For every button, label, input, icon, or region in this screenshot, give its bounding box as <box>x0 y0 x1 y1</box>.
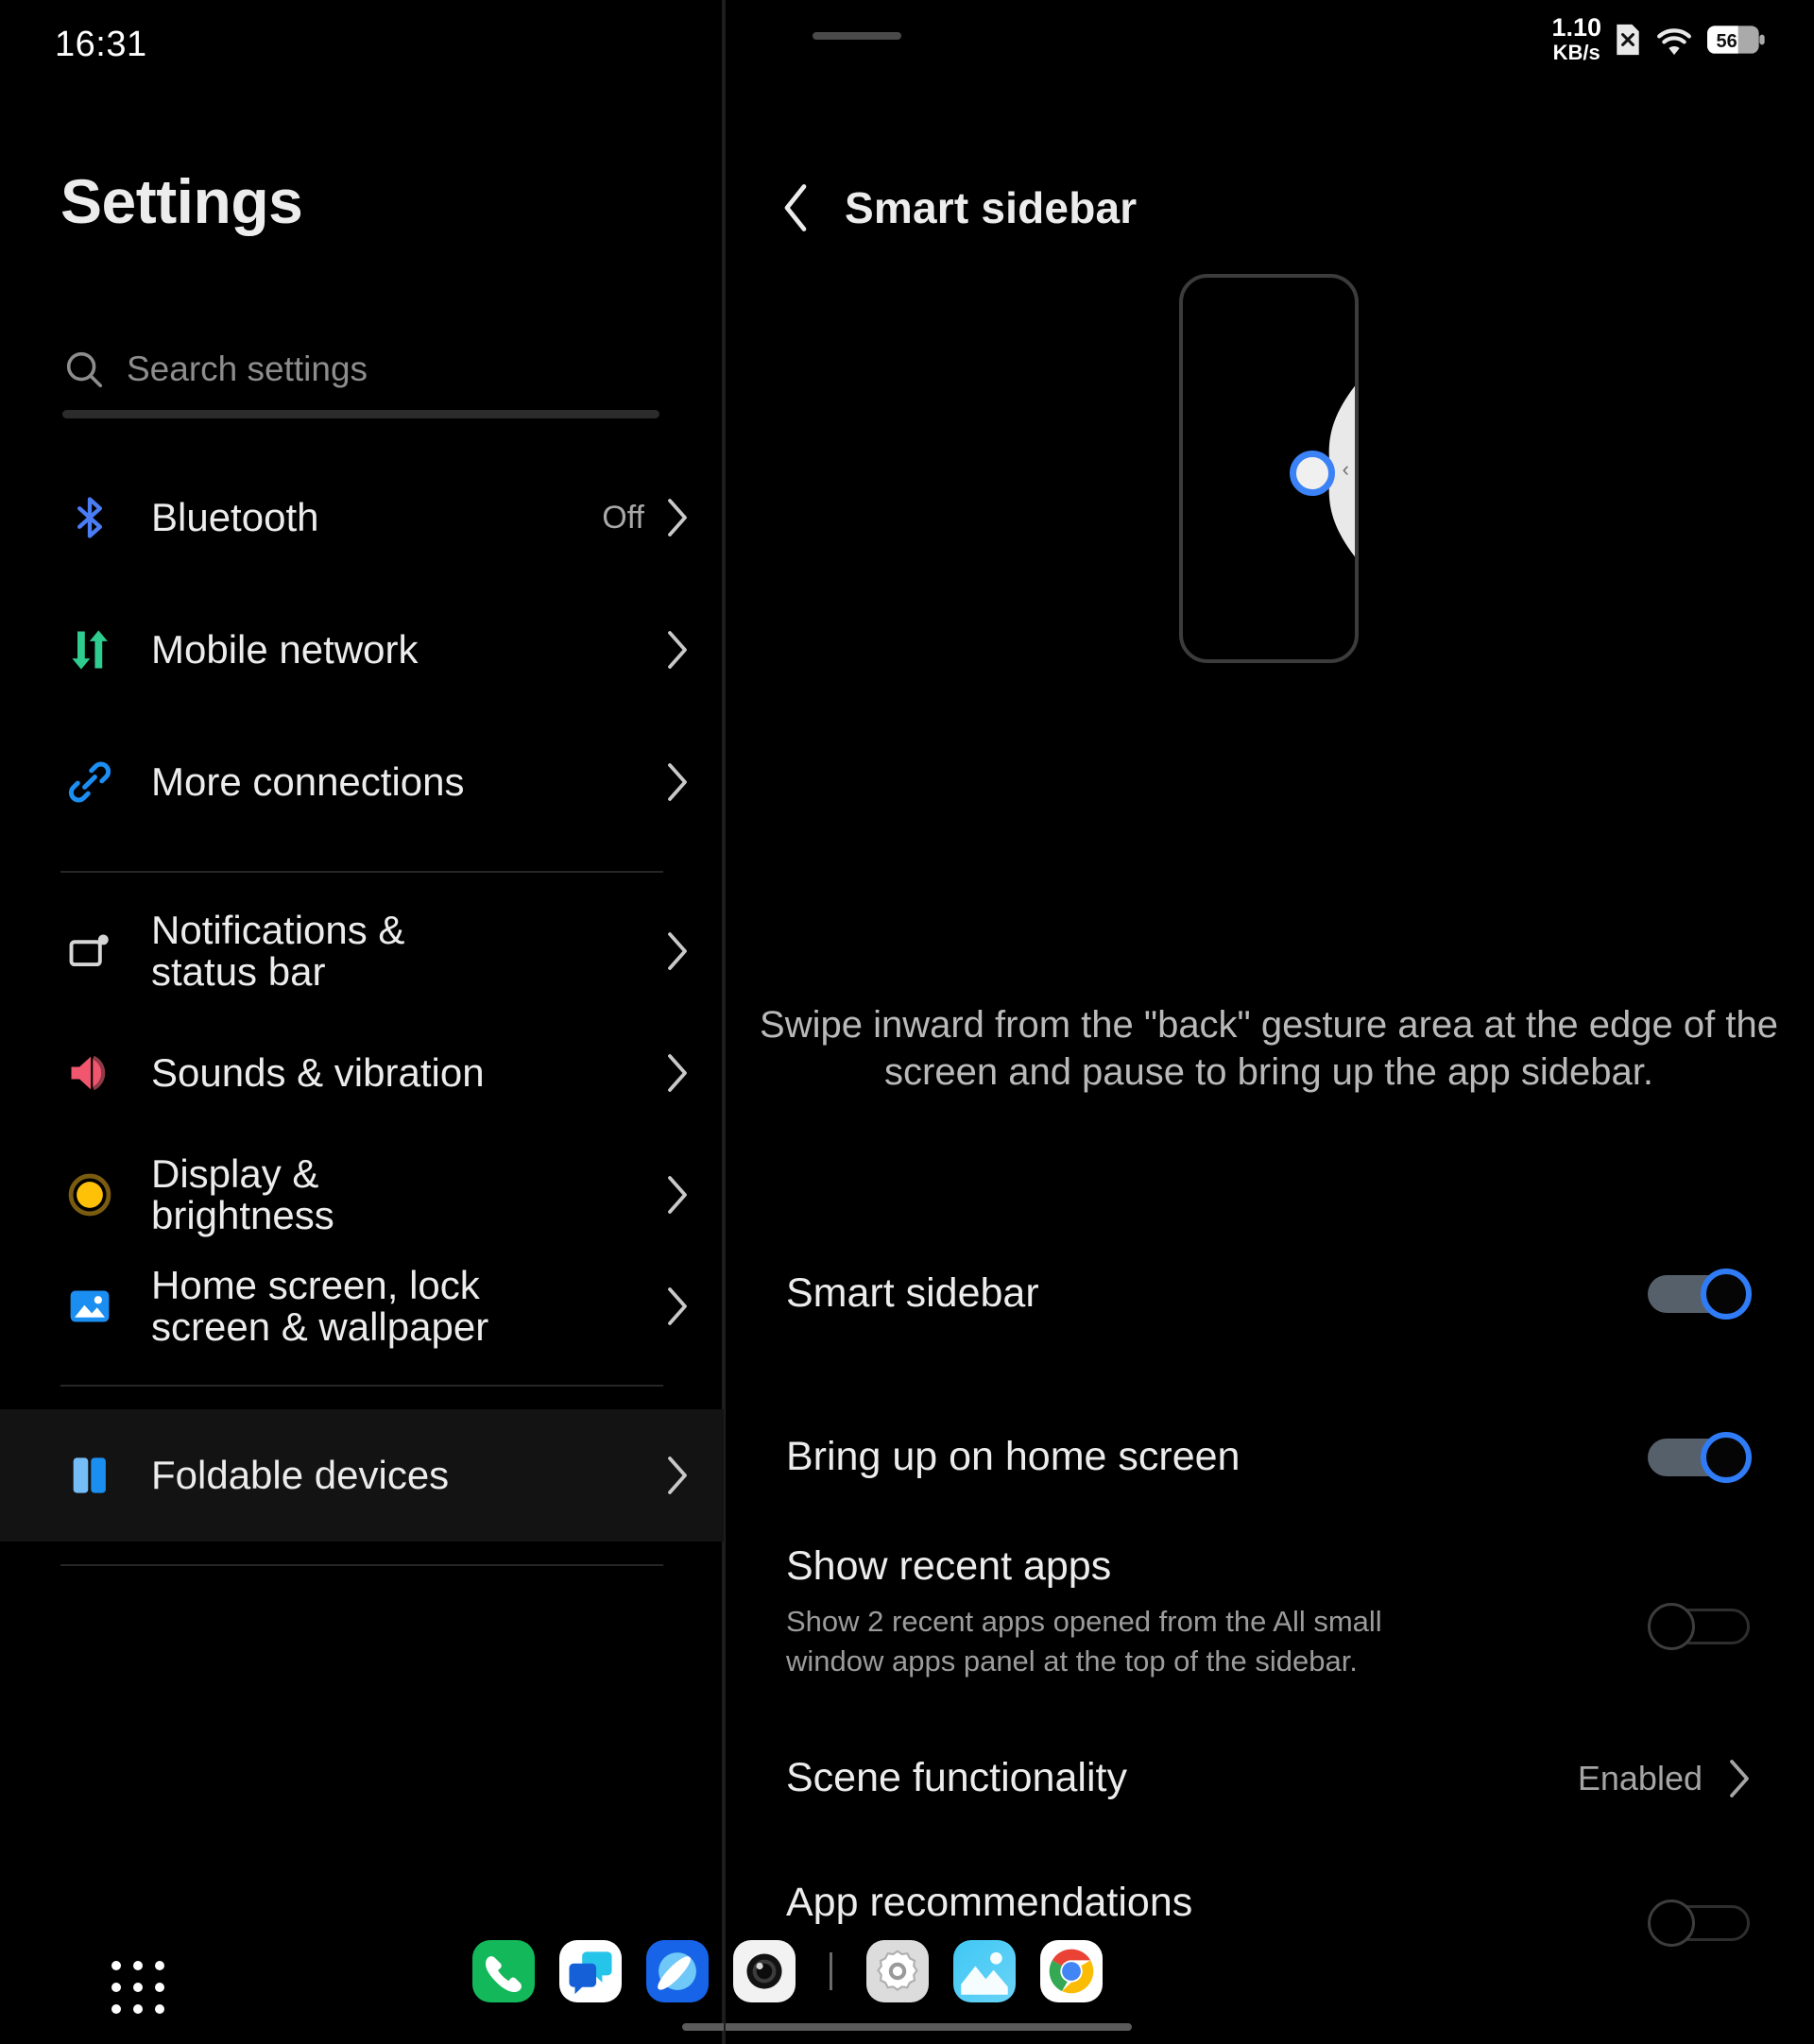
chevron-right-icon <box>665 761 690 803</box>
detail-title: Smart sidebar <box>845 183 1138 232</box>
dock <box>0 1927 1814 2044</box>
sidebar-item-home-lock-wallpaper[interactable]: Home screen, lock screen & wallpaper <box>0 1251 724 1362</box>
camera-app-icon[interactable] <box>733 1940 796 2002</box>
illustration-description: Swipe inward from the "back" gesture are… <box>760 1004 1778 1094</box>
sidebar-item-value: Off <box>602 499 644 536</box>
row-title: Scene functionality <box>786 1754 1127 1800</box>
detail-header: Smart sidebar <box>769 179 1137 236</box>
sidebar-item-bluetooth[interactable]: Bluetooth Off <box>0 451 724 584</box>
foldable-devices-icon <box>60 1451 119 1500</box>
search-settings-container <box>62 340 659 418</box>
sidebar-item-more-connections[interactable]: More connections <box>0 716 724 848</box>
chrome-app-icon[interactable] <box>1040 1940 1103 2002</box>
sidebar-item-mobile-network[interactable]: Mobile network <box>0 584 724 716</box>
settings-app-icon[interactable] <box>866 1940 929 2002</box>
search-underline <box>62 410 659 418</box>
row-smart-sidebar[interactable]: Smart sidebar <box>724 1200 1814 1388</box>
sidebar-item-foldable-devices[interactable]: Foldable devices <box>0 1409 724 1542</box>
sidebar-item-label: Sounds & vibration <box>151 1049 485 1095</box>
nav-divider <box>60 1564 663 1566</box>
status-bar-clock: 16:31 <box>55 25 147 64</box>
wifi-icon <box>1654 24 1694 56</box>
sidebar-item-label: Display & brightness <box>151 1150 334 1237</box>
notifications-icon <box>60 927 119 976</box>
status-bar-icons: 1.10 KB/s 56 <box>1551 15 1765 63</box>
gallery-app-icon[interactable] <box>953 1940 1016 2002</box>
row-bring-up-home-screen[interactable]: Bring up on home screen <box>724 1388 1814 1525</box>
smart-sidebar-toggle[interactable] <box>1648 1269 1752 1320</box>
bring-up-on-home-screen-toggle[interactable] <box>1648 1431 1752 1483</box>
bluetooth-icon <box>60 493 119 542</box>
chevron-right-icon <box>665 629 690 671</box>
svg-text:56: 56 <box>1717 31 1737 52</box>
sim-card-off-icon <box>1614 22 1642 58</box>
link-icon <box>60 758 119 807</box>
illustration-container: ‹ <box>724 274 1814 663</box>
chevron-right-icon <box>665 1286 690 1327</box>
search-icon <box>62 348 106 391</box>
sidebar-item-label: Foldable devices <box>151 1452 450 1497</box>
browser-app-icon[interactable] <box>646 1940 709 2002</box>
smart-sidebar-detail-pane: 1.10 KB/s 56 Smart sidebar ‹ Swipe inwar… <box>724 0 1814 2044</box>
row-show-recent-apps[interactable]: Show recent apps Show 2 recent apps open… <box>724 1525 1814 1714</box>
phone-edge-swipe-illustration: ‹ <box>1179 274 1359 663</box>
settings-nav-list: Bluetooth Off Mobile network More connec… <box>0 451 724 1589</box>
chevron-left-icon: ‹ <box>1342 457 1349 481</box>
sidebar-item-label: More connections <box>151 758 465 804</box>
page-title: Settings <box>60 166 303 236</box>
chevron-right-icon <box>665 1455 690 1496</box>
sidebar-item-display-brightness[interactable]: Display & brightness <box>0 1139 724 1251</box>
messages-app-icon[interactable] <box>559 1940 622 2002</box>
phone-app-icon[interactable] <box>472 1940 535 2002</box>
touch-point-icon <box>1290 451 1335 496</box>
row-title: Bring up on home screen <box>786 1433 1241 1479</box>
nav-divider <box>60 1385 663 1387</box>
battery-icon: 56 <box>1706 25 1765 55</box>
nav-divider <box>60 871 663 873</box>
dock-app-list <box>472 1940 1103 2002</box>
sidebar-item-sounds-vibration[interactable]: Sounds & vibration <box>0 1007 724 1139</box>
show-recent-apps-toggle[interactable] <box>1648 1601 1752 1652</box>
sound-icon <box>60 1048 119 1098</box>
sidebar-item-label: Notifications & status bar <box>151 907 405 994</box>
row-subtitle: Show 2 recent apps opened from the All s… <box>786 1605 1382 1678</box>
back-chevron-icon[interactable] <box>769 179 822 236</box>
phone-screen: 16:31 Settings Blue <box>0 0 1814 2044</box>
chevron-right-icon <box>665 930 690 972</box>
row-title: Smart sidebar <box>786 1270 1039 1317</box>
sidebar-item-label: Home screen, lock screen & wallpaper <box>151 1262 489 1349</box>
sidebar-item-label: Mobile network <box>151 626 419 672</box>
row-title: Show recent apps <box>786 1543 1112 1589</box>
gesture-bar[interactable] <box>682 2023 1132 2031</box>
pane-split-line <box>724 0 726 2044</box>
window-drag-handle[interactable] <box>813 32 901 40</box>
row-scene-functionality[interactable]: Scene functionality Enabled <box>724 1714 1814 1842</box>
chevron-right-icon <box>1727 1758 1752 1799</box>
network-speed-indicator: 1.10 KB/s <box>1551 13 1601 64</box>
chevron-right-icon <box>665 1052 690 1094</box>
settings-rows: Smart sidebar Bring up on home screen Sh… <box>724 1200 1814 1965</box>
chevron-right-icon <box>665 497 690 538</box>
settings-left-pane: 16:31 Settings Blue <box>0 0 724 2044</box>
display-brightness-icon <box>60 1170 119 1219</box>
app-drawer-icon[interactable] <box>111 1961 164 2014</box>
chevron-right-icon <box>665 1174 690 1216</box>
dock-separator <box>830 1952 832 1990</box>
search-input[interactable] <box>127 349 637 389</box>
sidebar-item-notifications[interactable]: Notifications & status bar <box>0 895 724 1007</box>
mobile-network-icon <box>60 625 119 674</box>
sidebar-item-label: Bluetooth <box>151 494 319 539</box>
row-title: App recommendations <box>786 1880 1193 1926</box>
scene-functionality-value: Enabled <box>1577 1758 1703 1797</box>
wallpaper-icon <box>60 1282 119 1331</box>
